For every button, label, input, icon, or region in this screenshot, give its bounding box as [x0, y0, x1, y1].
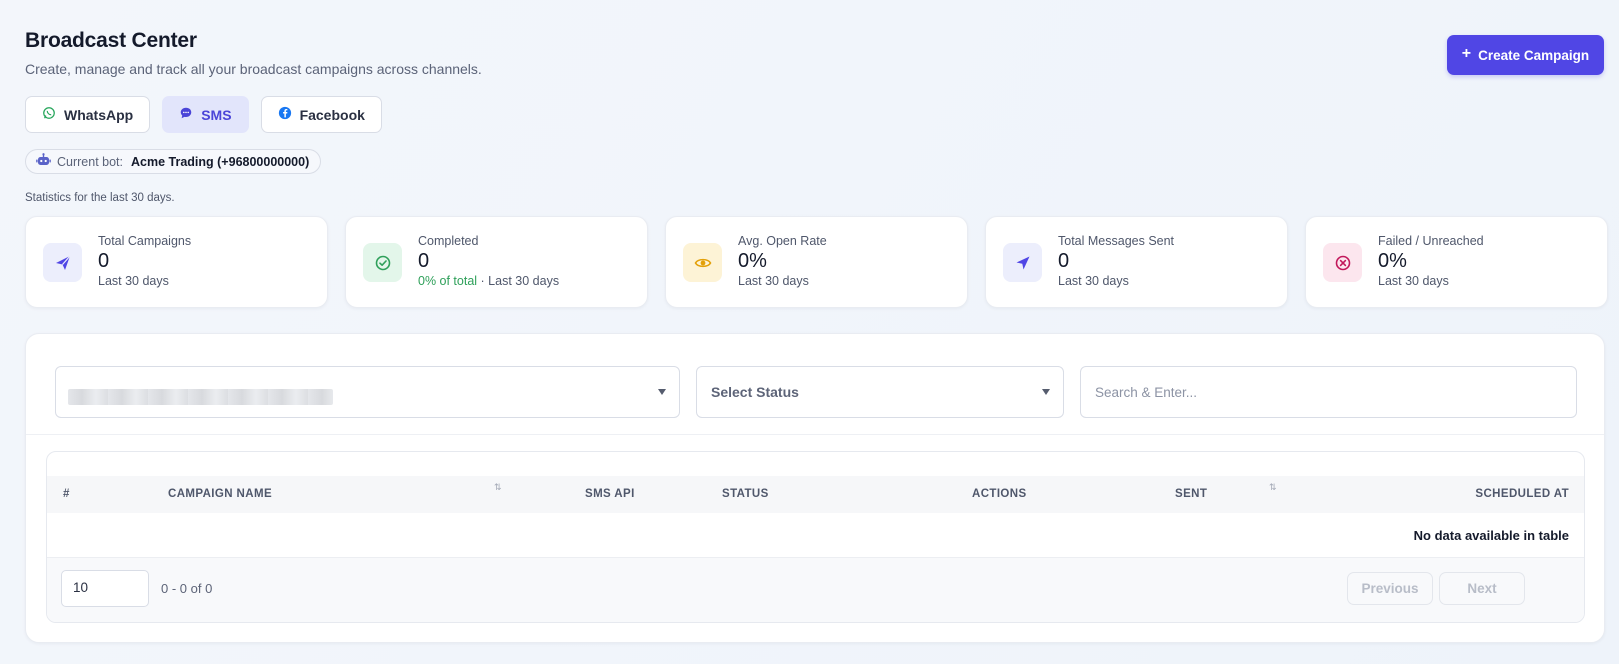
stat-card-completed: Completed 0 0% of total · Last 30 days: [345, 216, 648, 308]
tab-facebook[interactable]: Facebook: [260, 96, 382, 133]
status-select[interactable]: Select Status: [696, 366, 1064, 418]
page-header: Broadcast Center Create, manage and trac…: [25, 29, 482, 77]
create-campaign-button[interactable]: + Create Campaign: [1447, 35, 1604, 75]
tab-sms[interactable]: SMS: [162, 96, 249, 133]
search-field[interactable]: [1080, 366, 1577, 418]
column-header-actions[interactable]: ACTIONS: [972, 488, 1027, 500]
stats-note: Statistics for the last 30 days.: [25, 192, 175, 204]
facebook-icon: [278, 106, 292, 123]
stat-sub: 0% of total · Last 30 days: [418, 274, 559, 288]
stats-cards: Total Campaigns 0 Last 30 days Completed…: [25, 216, 1608, 308]
send-icon: [43, 243, 82, 282]
bot-select[interactable]: [55, 366, 680, 418]
column-header-sms-api[interactable]: SMS API: [585, 488, 635, 500]
chevron-down-icon: [1042, 389, 1050, 395]
sort-icon[interactable]: ⇅: [1269, 482, 1277, 493]
chevron-down-icon: [658, 389, 666, 395]
stat-value: 0: [98, 250, 110, 272]
current-bot-label: Current bot:: [57, 154, 124, 169]
stat-sub: Last 30 days: [1378, 274, 1449, 288]
stat-sub-percent: 0% of total: [418, 274, 478, 288]
filters-bar: Select Status: [55, 366, 1577, 418]
previous-button[interactable]: Previous: [1347, 572, 1433, 605]
stat-label: Total Messages Sent: [1058, 234, 1175, 248]
stat-label: Total Campaigns: [98, 234, 192, 248]
tab-facebook-label: Facebook: [299, 106, 365, 123]
stat-sub: Last 30 days: [1058, 274, 1129, 288]
stat-value: 0: [1058, 250, 1070, 272]
campaigns-table: # CAMPAIGN NAME ⇅ SMS API STATUS ACTIONS…: [46, 451, 1585, 623]
bot-icon: [36, 153, 51, 170]
whatsapp-icon: [42, 106, 56, 123]
tab-sms-label: SMS: [201, 106, 232, 123]
table-footer: 10 0 - 0 of 0 Previous Next: [47, 557, 1584, 622]
divider: [26, 434, 1604, 435]
page-subtitle: Create, manage and track all your broadc…: [25, 61, 482, 77]
channel-tabs: WhatsApp SMS Facebook: [25, 96, 382, 133]
stat-card-total-campaigns: Total Campaigns 0 Last 30 days: [25, 216, 328, 308]
stat-card-failed: Failed / Unreached 0% Last 30 days: [1305, 216, 1608, 308]
tab-whatsapp[interactable]: WhatsApp: [25, 96, 151, 133]
stat-label: Avg. Open Rate: [738, 234, 827, 248]
column-header-status[interactable]: STATUS: [722, 488, 769, 500]
x-circle-icon: [1323, 243, 1362, 282]
campaigns-panel: Select Status # CAMPAIGN NAME ⇅ SMS API …: [25, 333, 1605, 643]
stat-label: Completed: [418, 234, 479, 248]
rows-per-page-input[interactable]: 10: [61, 570, 149, 607]
navigation-icon: [1003, 243, 1042, 282]
stat-sub: Last 30 days: [738, 274, 809, 288]
plus-icon: +: [1461, 45, 1472, 62]
search-input[interactable]: [1095, 367, 1576, 417]
tab-whatsapp-label: WhatsApp: [64, 106, 134, 123]
empty-table-message: No data available in table: [1413, 528, 1569, 543]
current-bot-value: Acme Trading (+96800000000): [131, 154, 310, 169]
page-title: Broadcast Center: [25, 29, 197, 52]
stat-value: 0%: [1378, 250, 1407, 272]
stat-value: 0%: [738, 250, 767, 272]
status-select-placeholder: Select Status: [711, 384, 799, 400]
stat-card-messages-sent: Total Messages Sent 0 Last 30 days: [985, 216, 1288, 308]
stat-label: Failed / Unreached: [1378, 234, 1484, 248]
column-header-sent[interactable]: SENT: [1175, 488, 1207, 500]
current-bot-chip: Current bot: Acme Trading (+96800000000): [25, 149, 322, 174]
next-button[interactable]: Next: [1439, 572, 1525, 605]
stat-sub-period: · Last 30 days: [477, 274, 560, 288]
column-header-campaign-name[interactable]: CAMPAIGN NAME: [168, 488, 272, 500]
sort-icon[interactable]: ⇅: [494, 482, 502, 493]
check-circle-icon: [363, 243, 402, 282]
redacted-selection: [68, 389, 333, 405]
column-header-index[interactable]: #: [63, 488, 70, 500]
table-header: # CAMPAIGN NAME ⇅ SMS API STATUS ACTIONS…: [47, 476, 1584, 513]
eye-icon: [683, 243, 722, 282]
sms-icon: [179, 106, 193, 123]
stat-value: 0: [418, 250, 430, 272]
stat-card-open-rate: Avg. Open Rate 0% Last 30 days: [665, 216, 968, 308]
create-campaign-label: Create Campaign: [1478, 47, 1590, 63]
pagination-range: 0 - 0 of 0: [161, 581, 213, 596]
stat-sub: Last 30 days: [98, 274, 169, 288]
column-header-scheduled-at[interactable]: SCHEDULED AT: [1475, 488, 1569, 500]
